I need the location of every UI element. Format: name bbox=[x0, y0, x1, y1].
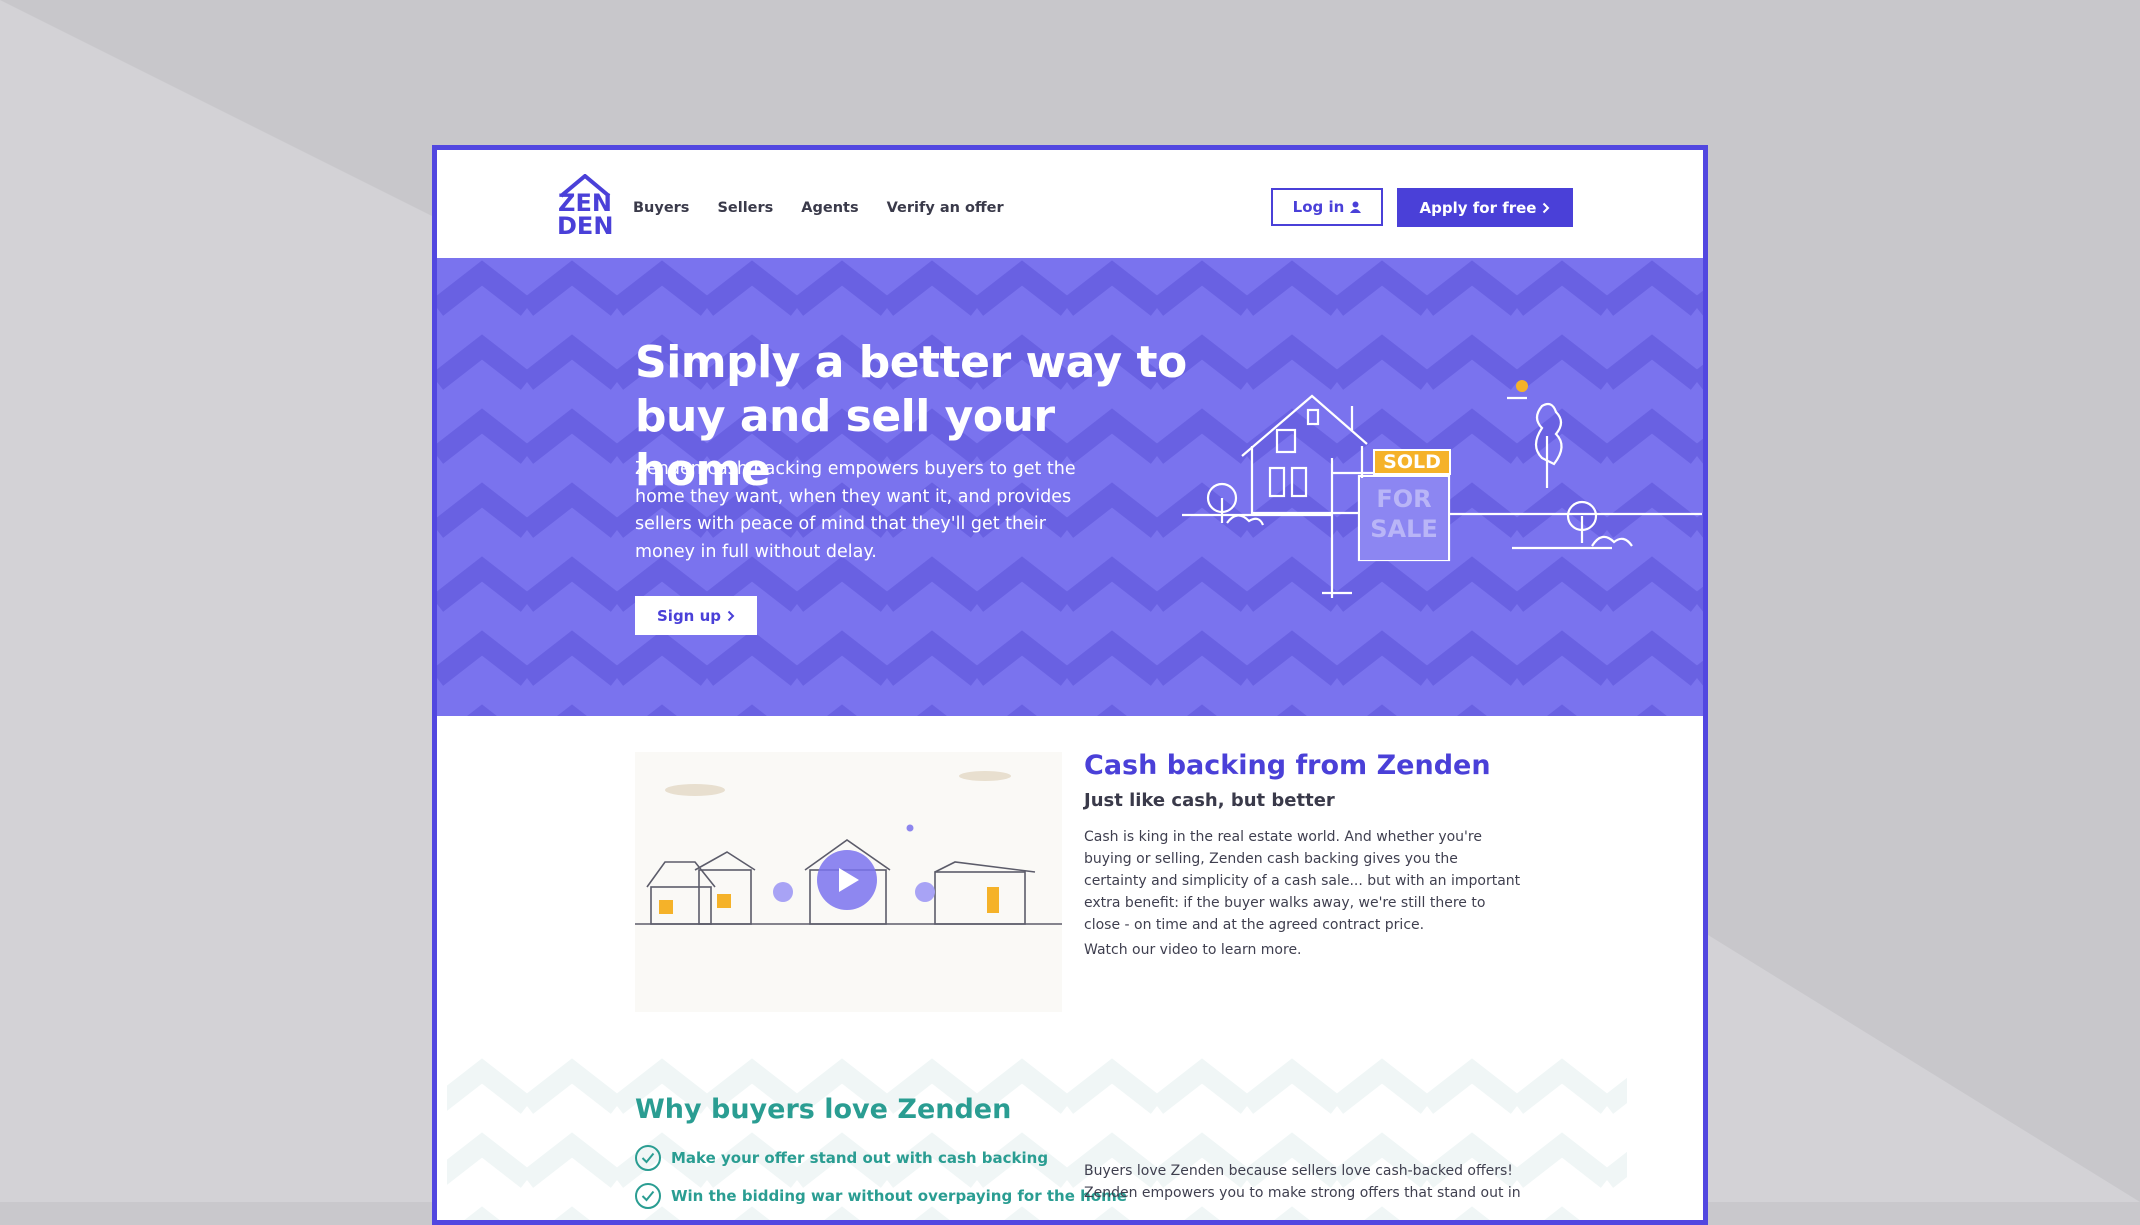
website-frame: ZEN DEN Buyers Sellers Agents Verify an … bbox=[432, 145, 1708, 1225]
nav-agents[interactable]: Agents bbox=[801, 200, 858, 216]
signup-button[interactable]: Sign up bbox=[635, 596, 757, 635]
apply-label: Apply for free bbox=[1419, 198, 1537, 217]
apply-button[interactable]: Apply for free bbox=[1397, 188, 1573, 227]
check-circle-icon bbox=[635, 1183, 661, 1209]
benefit-label: Make your offer stand out with cash back… bbox=[671, 1149, 1049, 1167]
watch-video-text: Watch our video to learn more. bbox=[1084, 942, 1302, 958]
chevron-right-icon bbox=[1543, 202, 1550, 213]
main-nav: Buyers Sellers Agents Verify an offer bbox=[633, 200, 1004, 216]
cash-backing-paragraph: Cash is king in the real estate world. A… bbox=[1084, 829, 1521, 933]
why-buyers-paragraph: Buyers love Zenden because sellers love … bbox=[1084, 1163, 1521, 1201]
why-buyers-title: Why buyers love Zenden bbox=[635, 1094, 1012, 1125]
login-label: Log in bbox=[1292, 198, 1345, 216]
logo-text-bottom: DEN bbox=[557, 212, 614, 240]
house-sold-illustration: SOLD FOR SALE bbox=[1182, 380, 1702, 598]
sun-icon bbox=[1516, 380, 1528, 392]
signup-label: Sign up bbox=[657, 606, 721, 625]
for-sign-text: FOR bbox=[1376, 485, 1431, 513]
chevron-right-icon bbox=[727, 610, 735, 621]
sale-sign-text: SALE bbox=[1370, 515, 1438, 543]
nav-buyers[interactable]: Buyers bbox=[633, 200, 689, 216]
neighborhood-illustration bbox=[635, 771, 1062, 925]
nav-sellers[interactable]: Sellers bbox=[717, 200, 773, 216]
login-button[interactable]: Log in bbox=[1271, 188, 1383, 226]
nav-verify-offer[interactable]: Verify an offer bbox=[887, 200, 1004, 216]
benefit-label: Win the bidding war without overpaying f… bbox=[671, 1187, 1127, 1205]
site-header: ZEN DEN Buyers Sellers Agents Verify an … bbox=[437, 150, 1703, 258]
cash-backing-subtitle: Just like cash, but better bbox=[1084, 790, 1335, 811]
video-thumbnail[interactable] bbox=[635, 752, 1062, 1012]
benefit-item: Win the bidding war without overpaying f… bbox=[635, 1183, 1127, 1209]
cash-backing-title: Cash backing from Zenden bbox=[1084, 750, 1491, 781]
hero-description: Zenden cash backing empowers buyers to g… bbox=[635, 459, 1076, 562]
zenden-logo[interactable]: ZEN DEN bbox=[557, 174, 613, 238]
benefit-item: Make your offer stand out with cash back… bbox=[635, 1145, 1048, 1171]
hero-section: Simply a better way to buy and sell your… bbox=[437, 258, 1703, 716]
user-icon bbox=[1350, 201, 1362, 213]
check-circle-icon bbox=[635, 1145, 661, 1171]
sold-sign-text: SOLD bbox=[1383, 451, 1441, 473]
